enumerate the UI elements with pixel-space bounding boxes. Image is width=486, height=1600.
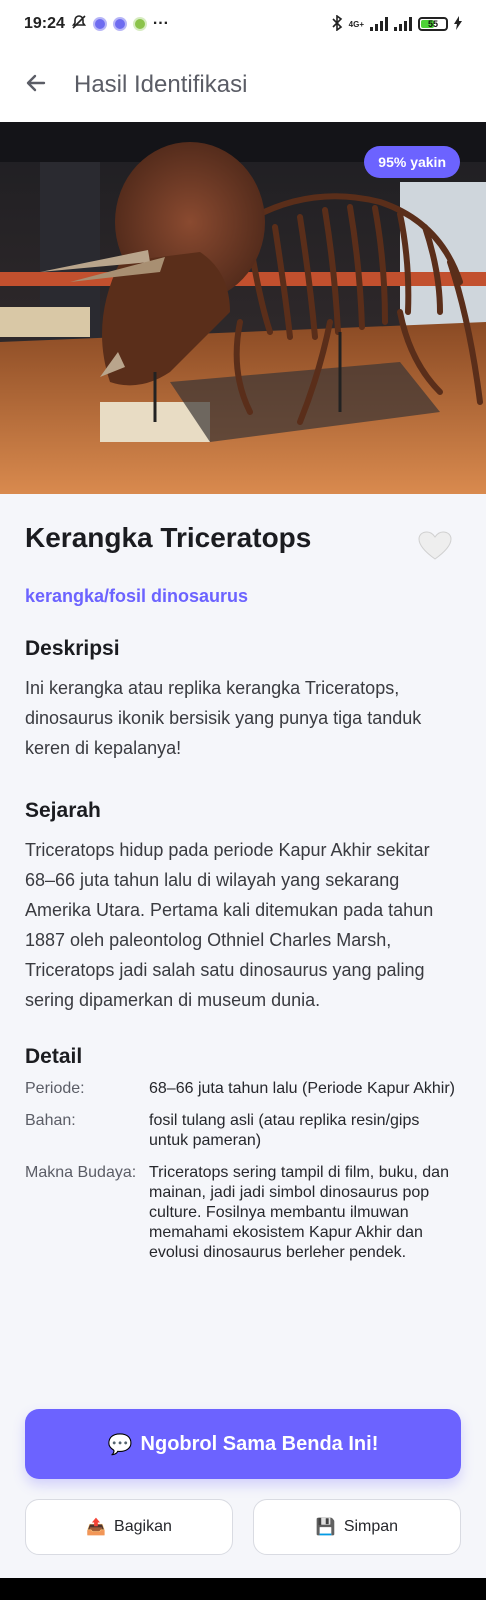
- chat-button-label: Ngobrol Sama Benda Ini!: [140, 1432, 379, 1455]
- share-button-label: Bagikan: [114, 1518, 172, 1535]
- description-heading: Deskripsi: [25, 637, 120, 660]
- battery-icon: 55: [418, 17, 448, 31]
- chat-with-object-button[interactable]: 💬 Ngobrol Sama Benda Ini!: [25, 1409, 461, 1479]
- app-bar: Hasil Identifikasi: [0, 48, 486, 122]
- floppy-disk-icon: 💾: [315, 1519, 336, 1536]
- object-title: Kerangka Triceratops: [25, 522, 312, 553]
- detail-value: 68–66 juta tahun lalu (Periode Kapur Akh…: [149, 1080, 455, 1097]
- speech-bubble-icon: 💬: [107, 1433, 133, 1456]
- detail-key: Periode:: [25, 1080, 85, 1097]
- mute-bell-icon: [71, 14, 87, 35]
- signal-icon-2: [394, 17, 412, 31]
- messenger-notification-icon-2: [112, 17, 127, 31]
- bluetooth-icon: [331, 13, 343, 34]
- signal-icon: [370, 17, 388, 31]
- detail-key: Bahan:: [25, 1112, 76, 1129]
- identification-details: Kerangka Triceratops kerangka/fosil dino…: [25, 494, 461, 1275]
- history-section: Sejarah Triceratops hidup pada periode K…: [25, 799, 461, 1015]
- more-notifications-icon: ···: [152, 15, 169, 32]
- share-button[interactable]: 📤 Bagikan: [25, 1499, 233, 1555]
- detail-section: Detail Periode: 68–66 juta tahun lalu (P…: [25, 1045, 461, 1263]
- detail-row-material: Bahan: fosil tulang asli (atau replika r…: [25, 1111, 461, 1151]
- detail-key: Makna Budaya:: [25, 1164, 137, 1181]
- history-heading: Sejarah: [25, 799, 101, 822]
- back-button[interactable]: [20, 69, 52, 101]
- heart-icon: [418, 530, 452, 566]
- charging-icon: [454, 15, 462, 33]
- messenger-notification-icon: [92, 17, 107, 31]
- page-title: Hasil Identifikasi: [74, 71, 248, 98]
- detail-table: Periode: 68–66 juta tahun lalu (Periode …: [25, 1079, 461, 1263]
- system-navigation-bar: [0, 1578, 486, 1600]
- arrow-left-icon: [24, 71, 48, 100]
- description-text: Ini kerangka atau replika kerangka Trice…: [25, 678, 422, 758]
- object-category: kerangka/fosil dinosaurus: [25, 586, 249, 606]
- status-bar: 19:24 ··· 4G+ 55: [0, 0, 486, 48]
- detail-heading: Detail: [25, 1045, 83, 1068]
- status-time: 19:24: [24, 15, 65, 32]
- object-photo: 95% yakin: [0, 122, 486, 494]
- detail-row-period: Periode: 68–66 juta tahun lalu (Periode …: [25, 1079, 461, 1099]
- confidence-badge: 95% yakin: [364, 146, 460, 178]
- network-type-label: 4G+: [348, 19, 364, 29]
- battery-level-text: 55: [427, 19, 438, 29]
- description-section: Deskripsi Ini kerangka atau replika kera…: [25, 637, 461, 763]
- detail-row-cultural-meaning: Makna Budaya: Triceratops sering tampil …: [25, 1163, 461, 1263]
- save-button-label: Simpan: [343, 1518, 399, 1535]
- favorite-button[interactable]: [415, 528, 455, 568]
- app-notification-icon: [132, 17, 147, 31]
- history-text: Triceratops hidup pada periode Kapur Akh…: [25, 840, 434, 1010]
- save-button[interactable]: 💾 Simpan: [253, 1499, 461, 1555]
- detail-value: Triceratops sering tampil di film, buku,…: [149, 1164, 449, 1261]
- detail-value: fosil tulang asli (atau replika resin/gi…: [149, 1112, 420, 1149]
- share-outbox-icon: 📤: [86, 1519, 107, 1536]
